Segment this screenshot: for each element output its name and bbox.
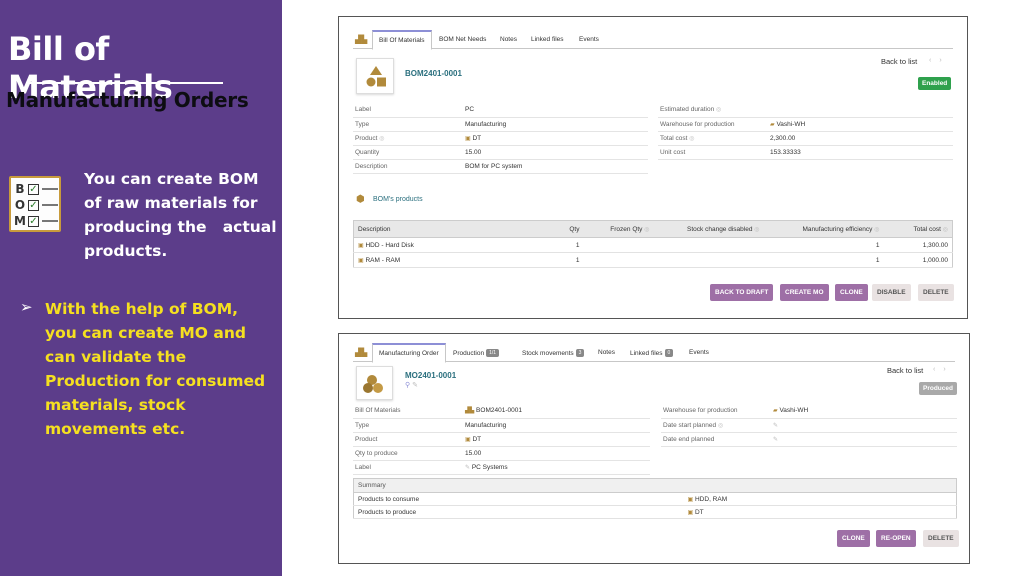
mo-object-picture [356, 366, 393, 400]
tab-manufacturing-order[interactable]: Manufacturing Order [372, 343, 446, 363]
mo-tabbar: ▟▙ Manufacturing Order Production 1/1 Sto… [353, 342, 955, 363]
bom-description-text: You can create BOM of raw materials for … [84, 170, 277, 260]
left-info-panel: Bill of Materials Manufacturing Orders B… [0, 0, 282, 576]
reopen-button[interactable]: RE-OPEN [876, 530, 916, 547]
mo-fields-left: Bill Of Materials ▟▙ BOM2401-0001 Type Man… [353, 404, 650, 475]
tab-linked-files[interactable]: Linked files 0 [630, 349, 674, 357]
tab-events[interactable]: Events [579, 36, 599, 43]
table-row: Products to produce ▣ DT [353, 505, 957, 519]
tab-production[interactable]: Production 1/1 [453, 349, 500, 357]
bom-fields-right: Estimated duration ◎ Warehouse for produ… [658, 103, 953, 160]
mo-tree-icon[interactable]: ⚲ ✎ [405, 381, 418, 389]
tab-stock-movements[interactable]: Stock movements 3 [522, 349, 585, 357]
table-row: Products to consume ▣ HDD, RAM [353, 492, 957, 506]
delete-button[interactable]: DELETE [918, 284, 954, 301]
tab-bom-net-needs[interactable]: BOM Net Needs [439, 36, 486, 43]
tab-notes[interactable]: Notes [598, 349, 615, 356]
tab-linked-files[interactable]: Linked files [531, 36, 564, 43]
factory-icon: ▟▙ [355, 35, 368, 44]
back-to-list-link[interactable]: Back to list [887, 366, 923, 375]
tab-bill-of-materials[interactable]: Bill Of Materials [372, 30, 432, 50]
table-header: Description Qty Frozen Qty ◎ Stock chang… [353, 220, 953, 238]
table-row: ▣ HDD - Hard Disk 1 1 1,300.00 [353, 237, 953, 253]
back-to-list-link[interactable]: Back to list [881, 57, 917, 66]
table-row: ▣ RAM - RAM 1 1 1,000.00 [353, 252, 953, 268]
record-nav-arrows[interactable]: ‹› [933, 366, 954, 373]
clone-button[interactable]: CLONE [835, 284, 868, 301]
slide-subtitle: Manufacturing Orders [6, 88, 249, 112]
mo-summary-table: Summary Products to consume ▣ HDD, RAM P… [353, 478, 957, 519]
bom-fields-left: Label PC Type Manufacturing Product ◎ ▣ DT … [353, 103, 648, 174]
mo-fields-right: Warehouse for production ▰ Vashi-WH Date … [661, 404, 957, 447]
create-mo-button[interactable]: CREATE MO [780, 284, 829, 301]
delete-button[interactable]: DELETE [923, 530, 959, 547]
mo-ref: MO2401-0001 [405, 371, 457, 380]
status-badge: Produced [919, 382, 957, 395]
clone-button[interactable]: CLONE [837, 530, 870, 547]
bom-products-table: Description Qty Frozen Qty ◎ Stock chang… [353, 220, 953, 268]
bom-products-title: BOM's products [373, 196, 423, 203]
bom-ref: BOM2401-0001 [405, 69, 462, 78]
mo-card: ▟▙ Manufacturing Order Production 1/1 Sto… [338, 333, 970, 564]
bom-checklist-icon: B O M ✓ ✓ ✓ [9, 176, 61, 232]
factory-icon: ▟▙ [355, 348, 368, 357]
title-divider [29, 82, 223, 84]
bom-tabbar: ▟▙ Bill Of Materials BOM Net Needs Notes… [353, 29, 953, 50]
disable-button[interactable]: DISABLE [872, 284, 911, 301]
cube-icon: ⬢ [356, 194, 365, 205]
bullet-arrow-icon: ➢ [20, 299, 33, 316]
tab-notes[interactable]: Notes [500, 36, 517, 43]
bom-object-picture [356, 58, 394, 94]
bom-card: ▟▙ Bill Of Materials BOM Net Needs Notes… [338, 16, 968, 319]
record-nav-arrows[interactable]: ‹› [929, 57, 950, 64]
tab-events[interactable]: Events [689, 349, 709, 356]
mo-description-text: With the help of BOM, you can create MO … [45, 300, 266, 438]
status-badge: Enabled [918, 77, 952, 90]
back-to-draft-button[interactable]: BACK TO DRAFT [710, 284, 774, 301]
